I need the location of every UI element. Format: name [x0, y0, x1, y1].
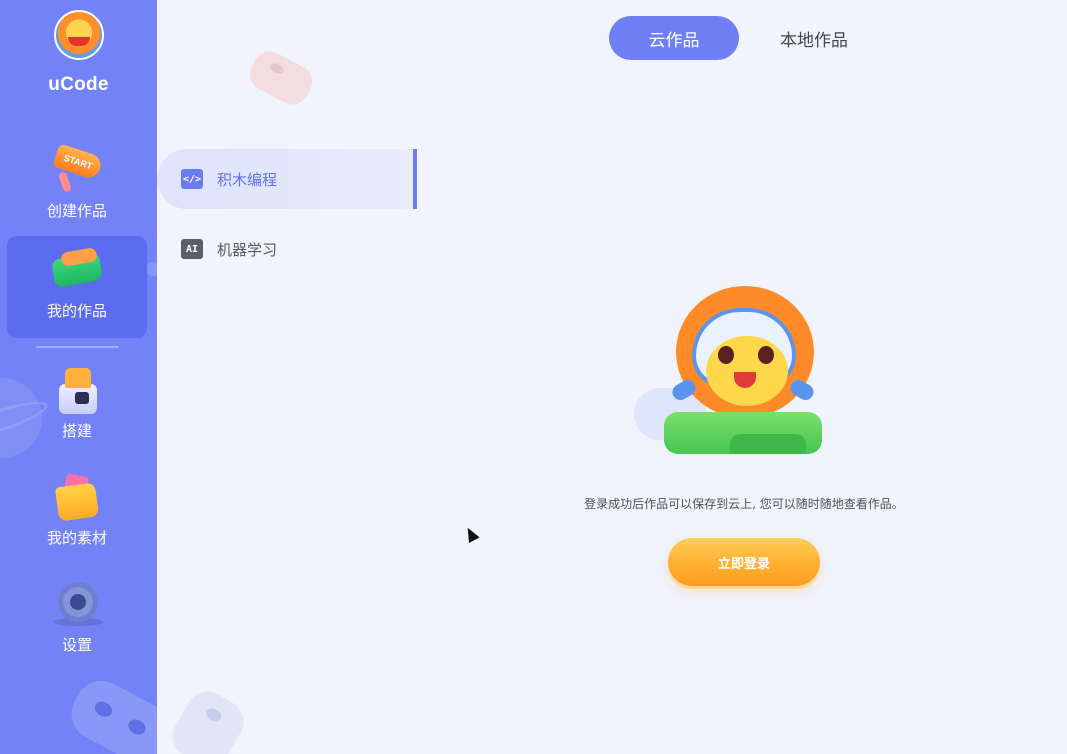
sidebar-item-label: 搭建	[61, 422, 92, 440]
brick-decoration	[244, 45, 318, 111]
sidebar-item-create[interactable]: START 创建作品	[7, 136, 147, 238]
sidebar-item-settings[interactable]: 设置	[7, 570, 147, 672]
brick-decoration	[164, 683, 252, 754]
mouse-cursor-icon	[462, 525, 480, 543]
app-logo: uCode	[0, 10, 157, 96]
category-block-coding[interactable]: </> 积木编程	[157, 149, 417, 209]
assets-folder-icon	[51, 471, 103, 523]
code-block-icon: </>	[181, 169, 203, 189]
start-sign-icon: START	[51, 143, 104, 196]
sidebar-item-my-assets[interactable]: 我的素材	[7, 463, 147, 565]
sidebar-item-label: 我的作品	[46, 302, 107, 320]
category-label: 机器学习	[217, 240, 278, 259]
sidebar-item-build[interactable]: 搭建	[7, 356, 147, 458]
app-name: uCode	[48, 74, 109, 95]
works-bag-icon	[50, 244, 104, 296]
login-button[interactable]: 立即登录	[668, 538, 820, 586]
dot-decoration	[146, 262, 157, 276]
brick-decoration	[62, 671, 157, 754]
ai-icon: AI	[181, 239, 203, 259]
tab-local-works[interactable]: 本地作品	[756, 16, 872, 60]
gear-icon	[51, 578, 103, 630]
tab-cloud-works[interactable]: 云作品	[609, 16, 739, 60]
sidebar-item-label: 我的素材	[46, 529, 107, 547]
lion-astronaut-illustration	[634, 284, 834, 459]
sidebar-item-label: 创建作品	[46, 202, 107, 220]
category-machine-learning[interactable]: AI 机器学习	[157, 219, 417, 279]
sidebar: uCode START 创建作品 我的作品 搭建 我的素材 设置	[0, 0, 157, 754]
sidebar-item-my-works[interactable]: 我的作品	[7, 236, 147, 338]
category-label: 积木编程	[217, 170, 278, 189]
empty-state-message: 登录成功后作品可以保存到云上, 您可以随时随地查看作品。	[584, 497, 904, 511]
lion-mascot-logo-icon	[53, 10, 104, 60]
sidebar-item-label: 设置	[61, 636, 92, 654]
sidebar-divider	[36, 346, 119, 348]
build-robot-icon	[51, 364, 103, 416]
